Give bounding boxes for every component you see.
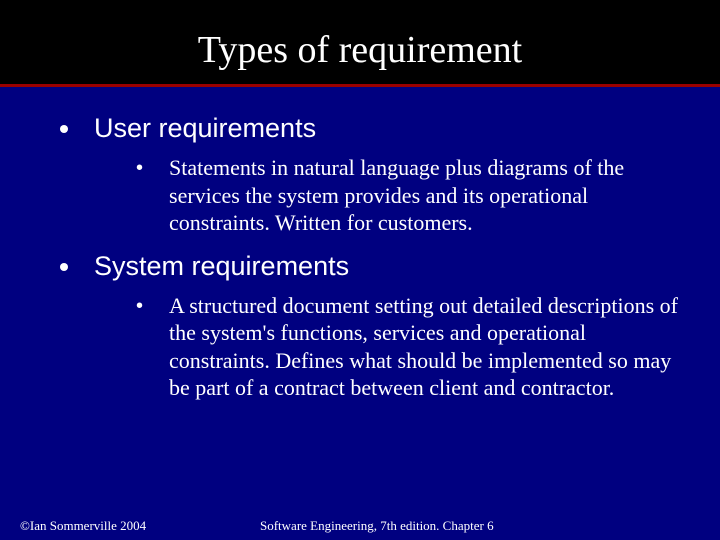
level1-label: System requirements bbox=[94, 251, 349, 282]
footer-book-ref: Software Engineering, 7th edition. Chapt… bbox=[250, 518, 700, 534]
slide-title: Types of requirement bbox=[20, 28, 700, 72]
bullet-dot-icon bbox=[60, 125, 68, 133]
footer: ©Ian Sommerville 2004 Software Engineeri… bbox=[0, 518, 720, 534]
level1-label: User requirements bbox=[94, 113, 316, 144]
list-subitem: • Statements in natural language plus di… bbox=[136, 154, 680, 237]
title-area: Types of requirement bbox=[0, 0, 720, 87]
list-item: System requirements bbox=[60, 251, 680, 282]
bullet-dot-icon bbox=[60, 263, 68, 271]
slide-content: User requirements • Statements in natura… bbox=[0, 87, 720, 402]
bullet-dash-icon: • bbox=[136, 292, 143, 320]
level2-text: A structured document setting out detail… bbox=[169, 292, 680, 402]
level2-text: Statements in natural language plus diag… bbox=[169, 154, 680, 237]
list-item: User requirements bbox=[60, 113, 680, 144]
list-subitem: • A structured document setting out deta… bbox=[136, 292, 680, 402]
bullet-dash-icon: • bbox=[136, 154, 143, 182]
footer-copyright: ©Ian Sommerville 2004 bbox=[20, 518, 250, 534]
